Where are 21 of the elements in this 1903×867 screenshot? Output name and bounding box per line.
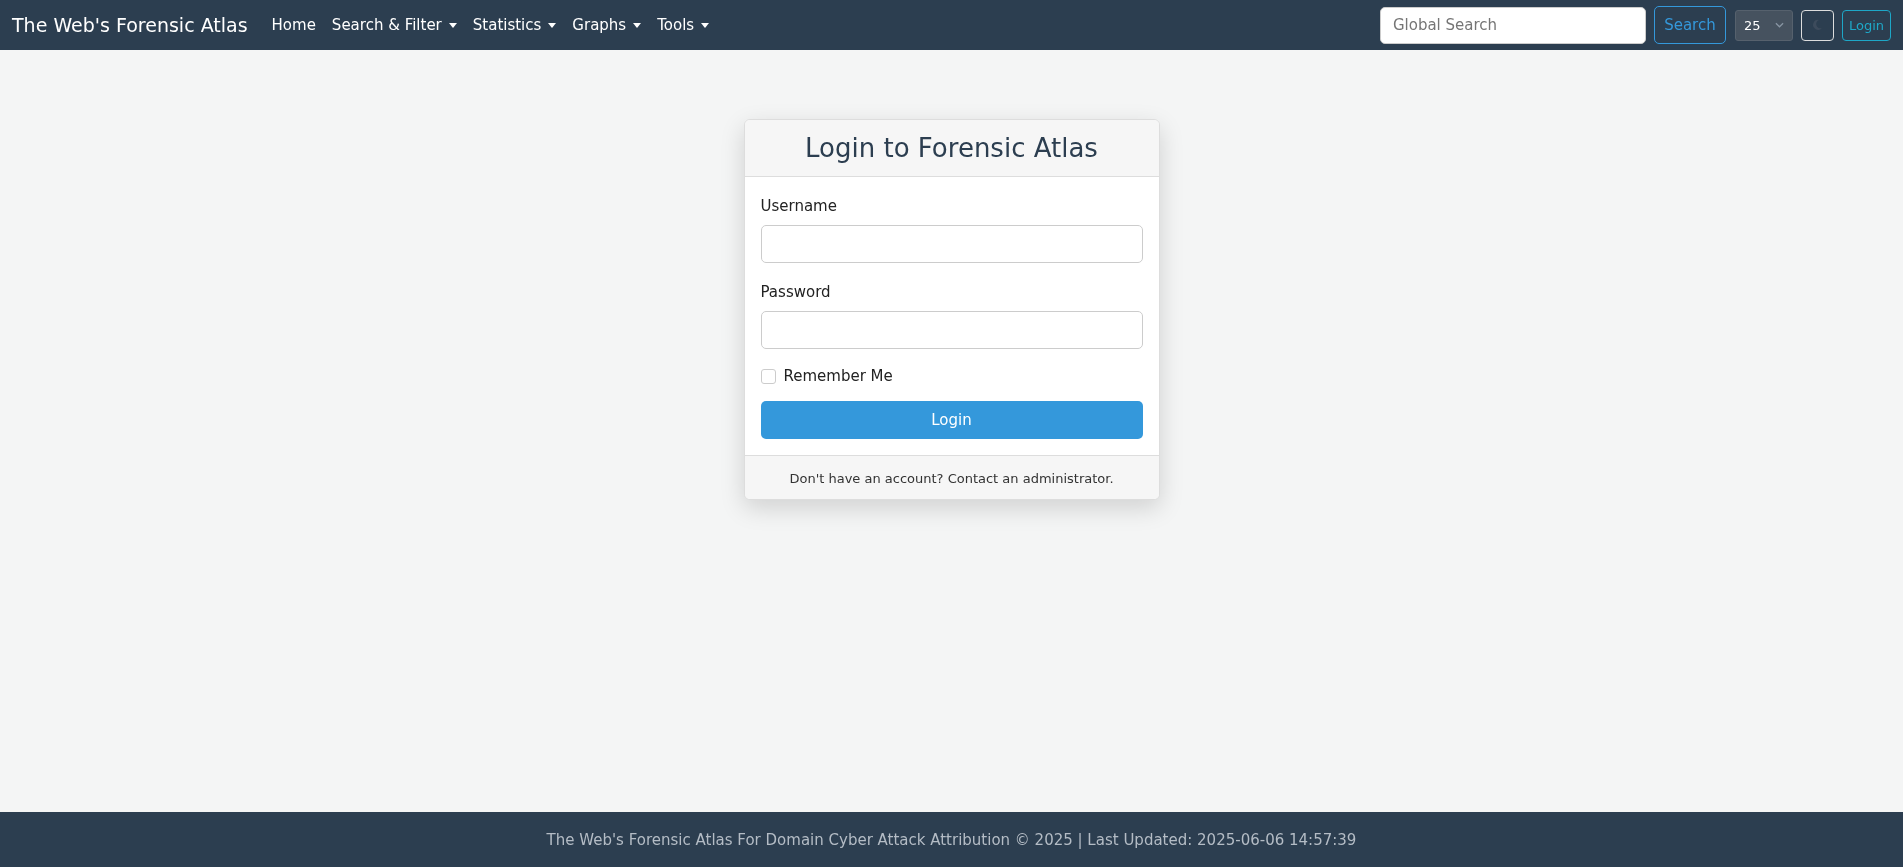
input-field[interactable] [760, 225, 1143, 263]
nav-link[interactable]: Home [263, 16, 324, 34]
chevron-down-icon [1774, 22, 1784, 28]
search-field[interactable]: Global Search [1379, 6, 1646, 44]
field-label: Password [760, 283, 832, 301]
checkbox-label: Remember Me [783, 367, 893, 385]
nav-link[interactable]: Statistics [464, 16, 565, 34]
input-field[interactable] [760, 311, 1143, 349]
field-label: Username [760, 197, 838, 215]
login-button[interactable]: Login [1841, 9, 1891, 41]
brand-link[interactable]: The Web's Forensic Atlas [12, 14, 248, 36]
theme-toggle-button[interactable] [1800, 9, 1834, 41]
remember-checkbox[interactable] [760, 368, 776, 384]
nav-link[interactable]: Tools [649, 16, 718, 34]
nav-link[interactable]: Graphs [564, 16, 650, 34]
card-footer-text: Don't have an account? Contact an administrator. [789, 471, 1114, 486]
footer-text: The Web's Forensic Atlas For Domain Cyber Attack Attribution © 2025 | Last Updated: 2025-06-06 14:57:39 [546, 830, 1357, 849]
nav-link[interactable]: Search & Filter [323, 16, 465, 34]
page-size-select[interactable]: 25 [1734, 9, 1793, 41]
search-button[interactable]: Search [1653, 6, 1726, 44]
card-title: Login to Forensic Atlas [804, 133, 1099, 163]
